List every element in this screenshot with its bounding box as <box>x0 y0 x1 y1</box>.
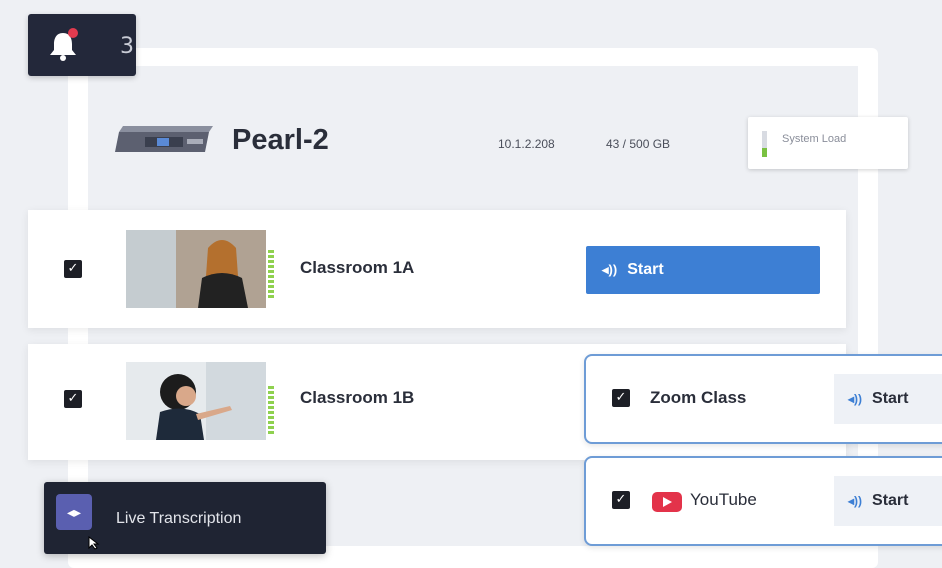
system-load-widget[interactable]: System Load <box>748 117 908 169</box>
channel-name: Classroom 1A <box>300 258 415 277</box>
notification-count: 3 <box>120 34 134 59</box>
channel-checkbox[interactable]: ✓ <box>64 260 82 278</box>
audio-wave-icon: ◂)) <box>848 494 863 508</box>
device-ip: 10.1.2.208 <box>498 137 555 151</box>
live-transcription-panel[interactable]: ◂▸ Live Transcription <box>44 482 326 554</box>
device-name: Pearl-2 <box>232 124 329 156</box>
start-button[interactable]: ◂)) Start <box>586 246 820 294</box>
audio-wave-icon: ◂)) <box>602 262 618 277</box>
youtube-logo-icon <box>652 492 682 512</box>
system-load-label: System Load <box>782 133 847 145</box>
audio-meter <box>268 386 274 436</box>
destination-start-button[interactable]: ◂)) Start <box>834 476 942 526</box>
destination-start-button[interactable]: ◂)) Start <box>834 374 942 424</box>
notification-badge[interactable]: 3 <box>28 14 136 76</box>
audio-meter <box>268 250 274 300</box>
channel-thumbnail <box>126 230 266 308</box>
start-label: Start <box>872 492 909 509</box>
destination-checkbox[interactable]: ✓ <box>612 389 630 407</box>
destination-name: Zoom Class <box>650 388 747 407</box>
destination-card-zoom: ✓ Zoom Class ◂)) Start <box>584 354 942 444</box>
notification-dot <box>68 28 78 38</box>
waveform-icon: ◂▸ <box>56 494 92 530</box>
pearl-device-icon <box>115 126 213 152</box>
destination-checkbox[interactable]: ✓ <box>612 491 630 509</box>
system-load-bar <box>762 148 767 157</box>
destination-card-youtube: ✓ YouTube ◂)) Start <box>584 456 942 546</box>
transcription-label: Live Transcription <box>116 510 242 527</box>
start-label: Start <box>872 390 909 407</box>
channel-thumbnail <box>126 362 266 440</box>
destination-name: YouTube <box>690 490 757 509</box>
audio-wave-icon: ◂)) <box>848 392 863 406</box>
channel-checkbox[interactable]: ✓ <box>64 390 82 408</box>
device-storage: 43 / 500 GB <box>606 137 671 151</box>
start-label: Start <box>627 261 664 278</box>
channel-name: Classroom 1B <box>300 388 415 407</box>
mouse-cursor-icon <box>88 536 100 550</box>
